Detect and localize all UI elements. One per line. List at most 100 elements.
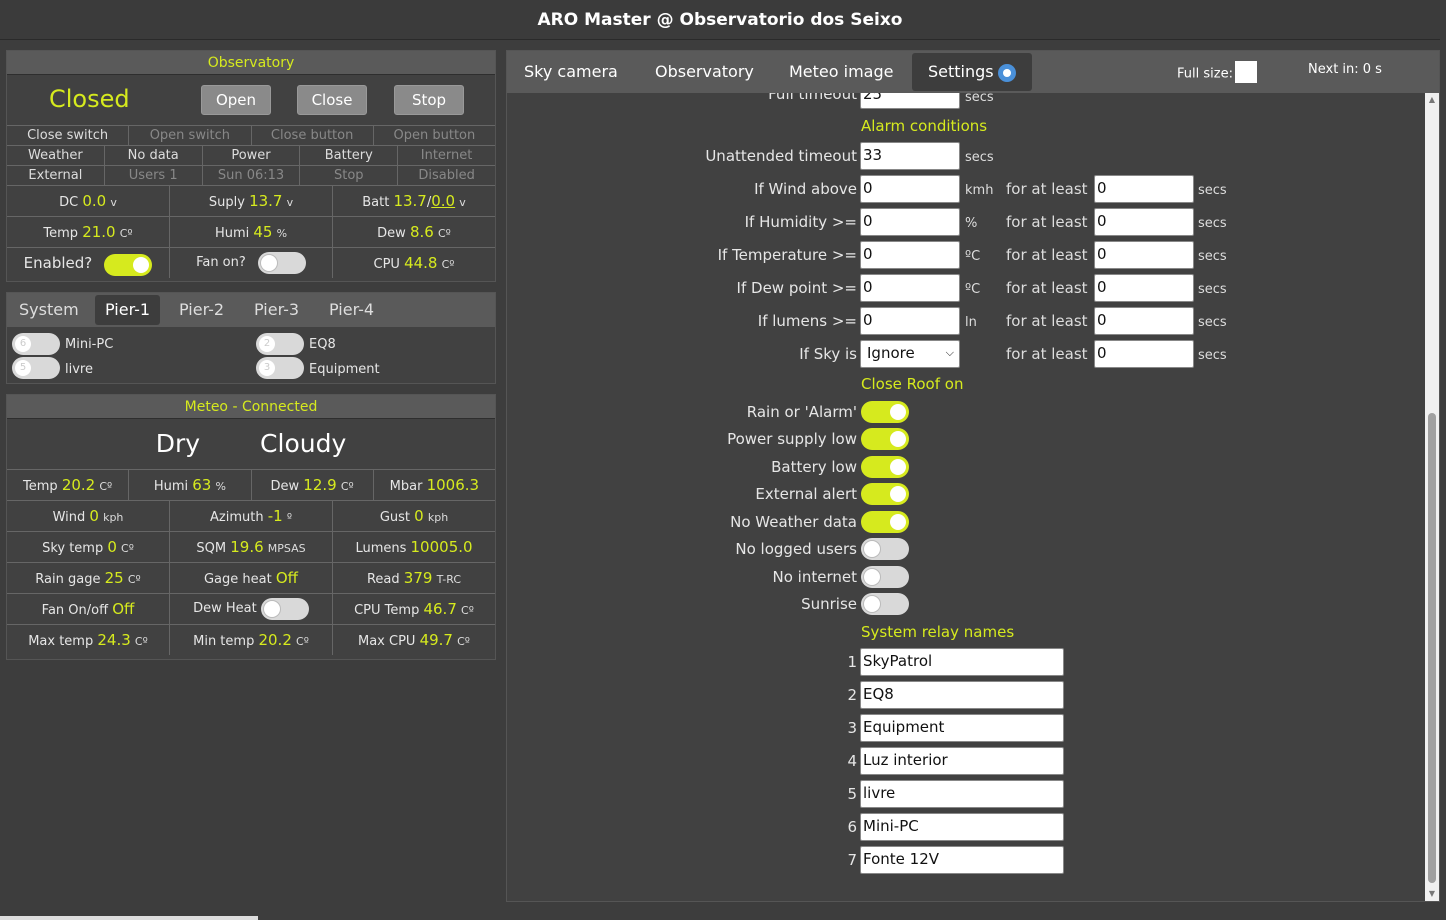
wind-duration-input[interactable]: 0 — [1094, 175, 1194, 203]
relay-3-name-input[interactable]: Equipment — [860, 714, 1064, 742]
no-weather-data-toggle[interactable] — [861, 511, 909, 533]
lumens-input[interactable]: 0 — [860, 307, 960, 335]
temperature-duration-input[interactable]: 0 — [1094, 241, 1194, 269]
batt-value-2[interactable]: 0.0 — [431, 192, 455, 210]
temp-unit: Cº — [119, 227, 133, 240]
dew-point-duration-input[interactable]: 0 — [1094, 274, 1194, 302]
rain-alarm-toggle[interactable] — [861, 401, 909, 423]
close-button[interactable]: Close — [297, 85, 367, 115]
humidity-unit: % — [965, 216, 978, 231]
relay-label-mini-pc: Mini-PC — [65, 337, 114, 352]
relay-toggle-livre[interactable]: 5 — [12, 357, 60, 379]
relay-7-name-input[interactable]: Fonte 12V — [860, 846, 1064, 874]
no-logged-users-label: No logged users — [735, 540, 857, 558]
meteo-climate-row: Temp 20.2 Cº Humi 63 % Dew 12.9 Cº Mbar … — [7, 469, 495, 500]
dew-point-unit: ºC — [965, 282, 981, 297]
cpu-label: CPU — [373, 257, 400, 272]
wind-value: 0 — [89, 507, 99, 525]
meteo-dew-label: Dew — [270, 479, 300, 494]
meteo-header: Meteo - Connected — [7, 395, 495, 419]
fan-label: Fan on? — [196, 255, 246, 270]
tab-pier-2[interactable]: Pier-2 — [169, 295, 234, 325]
stop-status: Stop — [300, 166, 399, 185]
unattended-timeout-input[interactable]: 33 — [860, 142, 960, 170]
stop-button[interactable]: Stop — [394, 85, 464, 115]
temp-value: 21.0 — [82, 223, 116, 241]
no-logged-users-toggle[interactable] — [861, 538, 909, 560]
suply-unit: v — [286, 196, 294, 209]
relay-6-name-input[interactable]: Mini-PC — [860, 813, 1064, 841]
tab-settings[interactable]: Settings — [912, 53, 1032, 91]
relay-2-name-input[interactable]: EQ8 — [860, 681, 1064, 709]
users-status: Users 1 — [105, 166, 203, 185]
sky-select[interactable]: Ignore ⌵ — [860, 340, 960, 368]
lumens-label: Lumens — [355, 541, 407, 556]
relay-5-name-input[interactable]: livre — [860, 780, 1064, 808]
relay-1-name-input[interactable]: SkyPatrol — [860, 648, 1064, 676]
humi-value: 45 — [253, 223, 273, 241]
gust-label: Gust — [379, 510, 411, 525]
sqm-unit: MPSAS — [267, 542, 306, 555]
full-timeout-input[interactable]: 25 — [860, 93, 960, 109]
dew-heat-toggle[interactable] — [260, 597, 309, 620]
sunrise-toggle[interactable] — [861, 593, 909, 615]
scroll-down-icon[interactable]: ▼ — [1425, 887, 1439, 901]
wind-above-input[interactable]: 0 — [860, 175, 960, 203]
meteo-mbar-label: Mbar — [389, 479, 423, 494]
climate-row: Temp 21.0 Cº Humi 45 % Dew 8.6 Cº — [7, 216, 495, 247]
tab-pier-1[interactable]: Pier-1 — [95, 295, 161, 325]
settings-scrollbar[interactable]: ▲ ▼ — [1425, 93, 1439, 901]
fan-toggle[interactable] — [257, 251, 306, 274]
lumens-duration-unit: secs — [1198, 315, 1227, 330]
meteo-dew-value: 12.9 — [303, 476, 337, 494]
relay-1-number: 1 — [847, 653, 857, 671]
full-size-checkbox[interactable] — [1234, 61, 1257, 83]
dew-heat-label: Dew Heat — [193, 601, 257, 616]
rain-gage-unit: Cº — [127, 573, 141, 586]
tab-pier-4[interactable]: Pier-4 — [319, 295, 384, 325]
humidity-duration-input[interactable]: 0 — [1094, 208, 1194, 236]
lumens-duration-input[interactable]: 0 — [1094, 307, 1194, 335]
weather-status: Weather — [7, 146, 105, 165]
external-alert-toggle[interactable] — [861, 483, 909, 505]
meteo-panel: Meteo - Connected Dry Cloudy Temp 20.2 Cº… — [6, 394, 496, 660]
power-supply-low-toggle[interactable] — [861, 428, 909, 450]
tab-system[interactable]: System — [9, 295, 89, 325]
relay-toggle-eq8[interactable]: 2 — [256, 333, 304, 355]
dc-unit: v — [110, 196, 117, 209]
dew-point-input[interactable]: 0 — [860, 274, 960, 302]
tab-observatory[interactable]: Observatory — [639, 53, 770, 91]
battery-low-toggle[interactable] — [861, 456, 909, 478]
unattended-timeout-unit: secs — [965, 150, 994, 165]
disabled-status: Disabled — [418, 168, 475, 183]
sky-is-label: If Sky is — [799, 345, 857, 363]
gage-heat-label: Gage heat — [203, 572, 272, 587]
tab-pier-3[interactable]: Pier-3 — [244, 295, 309, 325]
sqm-label: SQM — [196, 541, 227, 556]
sky-duration-input[interactable]: 0 — [1094, 340, 1194, 368]
wind-above-label: If Wind above — [754, 180, 857, 198]
close-button-status: Close button — [252, 126, 374, 145]
sun-status: Sun 06:13 — [203, 166, 301, 185]
sunrise-label: Sunrise — [801, 595, 857, 613]
dew-unit: Cº — [437, 227, 451, 240]
main-panel: Sky camera Observatory Meteo image Setti… — [506, 50, 1440, 902]
tab-meteo-image[interactable]: Meteo image — [773, 53, 909, 91]
enabled-toggle[interactable] — [104, 253, 153, 276]
azimuth-label: Azimuth — [209, 510, 264, 525]
no-internet-toggle[interactable] — [861, 566, 909, 588]
rain-gage-value: 25 — [104, 569, 124, 587]
observatory-panel: Observatory Closed Open Close Stop Close… — [6, 50, 496, 282]
relay-toggle-equipment[interactable]: 3 — [256, 357, 304, 379]
humidity-input[interactable]: 0 — [860, 208, 960, 236]
temperature-input[interactable]: 0 — [860, 241, 960, 269]
cpu-temp-label: CPU Temp — [354, 603, 420, 618]
tab-sky-camera[interactable]: Sky camera — [508, 53, 634, 91]
relay-toggle-mini-pc[interactable]: 6 — [12, 333, 60, 355]
scroll-up-icon[interactable]: ▲ — [1425, 93, 1439, 107]
relay-4-name-input[interactable]: Luz interior — [860, 747, 1064, 775]
open-switch-status: Open switch — [129, 126, 252, 145]
scrollbar-thumb[interactable] — [1428, 413, 1436, 883]
voltage-row: DC 0.0 v Suply 13.7 v Batt 13.7/0.0 v — [7, 185, 495, 216]
open-button[interactable]: Open — [201, 85, 271, 115]
